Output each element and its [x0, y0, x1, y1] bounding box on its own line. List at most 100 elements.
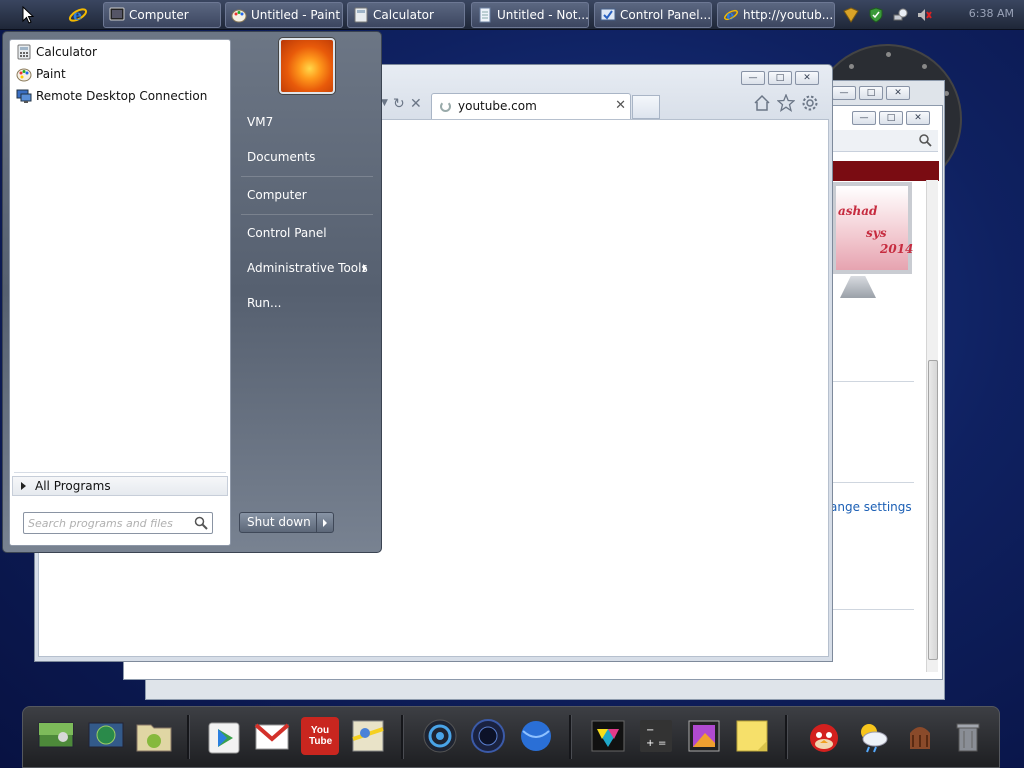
shutdown-options-button[interactable] — [316, 512, 334, 533]
user-avatar[interactable] — [279, 38, 335, 94]
maximize-icon[interactable]: □ — [859, 86, 883, 100]
program-calculator[interactable]: Calculator — [14, 42, 226, 62]
notes-icon[interactable] — [733, 717, 771, 755]
minimize-icon[interactable]: — — [741, 71, 765, 85]
minimize-icon[interactable]: — — [852, 111, 876, 125]
menu-item-computer[interactable]: Computer — [241, 183, 373, 207]
dock-separator — [785, 715, 787, 759]
search-icon[interactable] — [919, 134, 932, 147]
submenu-arrow-icon — [363, 264, 367, 272]
search-icon[interactable] — [194, 516, 208, 530]
close-icon[interactable]: ✕ — [795, 71, 819, 85]
program-label: Calculator — [36, 45, 97, 59]
dropdown-arrow-icon[interactable]: ▼ — [381, 98, 388, 108]
taskbar-button-notepad[interactable]: Untitled - Not... — [471, 2, 589, 28]
security-center-icon[interactable] — [868, 7, 884, 23]
svg-text:e: e — [727, 9, 735, 23]
background-window-1-controls: — □ ✕ — [852, 111, 930, 125]
mouse-pointer-icon — [22, 6, 35, 24]
camera-icon[interactable] — [421, 717, 459, 755]
clock[interactable]: 6:38 AM — [969, 7, 1014, 20]
tab-youtube[interactable]: youtube.com ✕ — [431, 93, 631, 119]
search-box[interactable] — [23, 512, 213, 534]
network-icon[interactable] — [892, 7, 908, 23]
home-icon[interactable] — [753, 94, 771, 112]
banner-text-1: ashad — [838, 204, 878, 218]
search-input[interactable] — [28, 515, 188, 531]
volume-muted-icon[interactable] — [916, 7, 932, 23]
angry-birds-icon[interactable] — [805, 717, 843, 755]
change-settings-link[interactable]: ange settings — [830, 500, 912, 514]
program-paint[interactable]: Paint — [14, 64, 226, 84]
taskbar-button-label: Control Panel... — [620, 8, 712, 22]
maps-icon[interactable] — [349, 717, 387, 755]
weather-icon[interactable] — [853, 717, 891, 755]
reload-icon[interactable]: ↻ — [393, 96, 405, 112]
all-programs-button[interactable]: All Programs — [12, 476, 228, 496]
favorites-star-icon[interactable] — [777, 94, 795, 112]
tab-close-icon[interactable]: ✕ — [615, 98, 626, 113]
taskbar-button-computer[interactable]: Computer — [103, 2, 221, 28]
calculator-icon — [354, 7, 368, 23]
scrollbar-thumb[interactable] — [928, 360, 938, 660]
taskbar-button-paint[interactable]: Untitled - Paint — [225, 2, 343, 28]
divider — [832, 482, 914, 483]
menu-item-run[interactable]: Run... — [241, 291, 373, 315]
triangle-right-icon — [21, 482, 26, 490]
media-icon[interactable] — [589, 717, 627, 755]
menu-item-documents[interactable]: Documents — [241, 145, 373, 169]
scrollbar[interactable] — [926, 180, 938, 672]
taskbar-button-label: http://youtub... — [743, 8, 834, 22]
youtube-icon[interactable]: You Tube — [301, 717, 339, 755]
taskbar-button-control-panel[interactable]: Control Panel... — [594, 2, 712, 28]
remote-desktop-icon — [16, 89, 32, 103]
minimize-icon[interactable]: — — [832, 86, 856, 100]
background-search-bar[interactable] — [830, 130, 938, 152]
program-remote-desktop[interactable]: Remote Desktop Connection — [14, 86, 226, 106]
android-icon[interactable] — [901, 717, 939, 755]
loading-icon — [440, 101, 451, 112]
menu-item-control-panel[interactable]: Control Panel — [241, 221, 373, 245]
taskbar-button-calculator[interactable]: Calculator — [347, 2, 465, 28]
programs-pane: Calculator Paint Remote Desktop Connecti… — [9, 39, 231, 546]
menu-item-label: Administrative Tools — [247, 261, 368, 275]
speaker-icon[interactable] — [469, 717, 507, 755]
background-banner — [832, 161, 939, 181]
dock: You Tube − = + — [22, 706, 1000, 768]
new-tab-button[interactable] — [632, 95, 660, 119]
desktop-icon[interactable] — [37, 717, 75, 755]
play-store-icon[interactable] — [205, 717, 243, 755]
control-panel-icon — [600, 8, 616, 21]
close-icon[interactable]: ✕ — [906, 111, 930, 125]
network-icon[interactable] — [87, 717, 125, 755]
stop-icon[interactable]: ✕ — [410, 96, 422, 112]
maximize-icon[interactable]: □ — [879, 111, 903, 125]
internet-explorer-icon[interactable]: e — [68, 5, 88, 25]
menu-item-vm7[interactable]: VM7 — [241, 110, 373, 134]
divider — [241, 176, 373, 177]
taskbar-button-label: Computer — [129, 8, 189, 22]
browser-window-controls: — □ ✕ — [741, 71, 819, 85]
android-folder-icon[interactable] — [135, 717, 173, 755]
divider — [832, 381, 914, 382]
calculator-icon[interactable]: − = + — [637, 717, 675, 755]
shield-icon[interactable] — [843, 7, 859, 23]
background-window-2-controls: — □ ✕ — [832, 86, 910, 100]
menu-item-administrative-tools[interactable]: Administrative Tools — [241, 256, 373, 280]
svg-text:=: = — [658, 738, 666, 749]
photos-icon[interactable] — [685, 717, 723, 755]
shutdown-button[interactable]: Shut down — [239, 512, 317, 533]
taskbar-button-label: Untitled - Not... — [497, 8, 589, 22]
browser-globe-icon[interactable] — [517, 717, 555, 755]
notepad-icon — [479, 7, 491, 23]
divider — [241, 214, 373, 215]
trash-icon[interactable] — [949, 717, 987, 755]
taskbar-button-browser[interactable]: e http://youtub... — [717, 2, 835, 28]
maximize-icon[interactable]: □ — [768, 71, 792, 85]
close-icon[interactable]: ✕ — [886, 86, 910, 100]
shutdown-label: Shut down — [247, 515, 311, 529]
settings-gear-icon[interactable] — [801, 94, 819, 112]
calculator-icon — [17, 44, 31, 60]
gmail-icon[interactable] — [253, 717, 291, 755]
banner-text-3: 2014 — [880, 242, 914, 256]
